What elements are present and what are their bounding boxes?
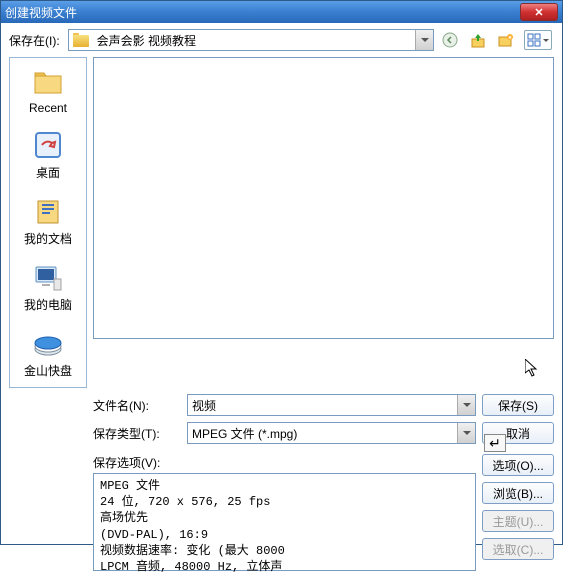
titlebar: 创建视频文件 ✕: [1, 1, 562, 23]
documents-icon: [32, 195, 64, 227]
save-options-label: 保存选项(V):: [93, 454, 476, 471]
svg-text:★: ★: [508, 35, 513, 41]
up-icon[interactable]: [468, 30, 488, 50]
place-label: Recent: [29, 101, 67, 115]
filename-input[interactable]: [188, 395, 457, 415]
filename-dropdown-arrow[interactable]: [457, 395, 475, 415]
filename-combo[interactable]: [187, 394, 476, 416]
return-icon[interactable]: [484, 434, 506, 452]
save-in-label: 保存在(I):: [9, 32, 60, 49]
filename-label: 文件名(N):: [93, 397, 181, 414]
toolbar: 保存在(I): 会声会影 视频教程 ★: [1, 23, 562, 57]
filetype-input[interactable]: [188, 423, 457, 443]
dialog-window: 创建视频文件 ✕ 保存在(I): 会声会影 视频教程 ★ Recent: [0, 0, 563, 545]
new-folder-icon[interactable]: ★: [496, 30, 516, 50]
place-desktop[interactable]: 桌面: [12, 129, 84, 181]
place-documents[interactable]: 我的文档: [12, 195, 84, 247]
format-details-box: MPEG 文件 24 位, 720 x 576, 25 fps 高场优先 (DV…: [93, 473, 476, 571]
body-area: Recent 桌面 我的文档 我的电脑 金山快盘: [1, 57, 562, 388]
place-label: 我的文档: [24, 230, 72, 247]
recent-folder-icon: [32, 66, 64, 98]
file-list[interactable]: [93, 57, 554, 339]
window-title: 创建视频文件: [5, 4, 520, 21]
filetype-dropdown-arrow[interactable]: [457, 423, 475, 443]
places-bar: Recent 桌面 我的文档 我的电脑 金山快盘: [9, 57, 87, 388]
folder-icon: [73, 33, 89, 47]
place-label: 桌面: [36, 164, 60, 181]
place-recent[interactable]: Recent: [12, 66, 84, 115]
location-dropdown-arrow[interactable]: [415, 30, 433, 50]
place-computer[interactable]: 我的电脑: [12, 261, 84, 313]
browse-button[interactable]: 浏览(B)...: [482, 482, 554, 504]
cloud-drive-icon: [32, 327, 64, 359]
place-label: 金山快盘: [24, 362, 72, 379]
computer-icon: [32, 261, 64, 293]
place-kingsoft[interactable]: 金山快盘: [12, 327, 84, 379]
back-icon[interactable]: [440, 30, 460, 50]
filetype-label: 保存类型(T):: [93, 425, 181, 442]
select-button: 选取(C)...: [482, 538, 554, 560]
view-menu-icon[interactable]: [524, 30, 552, 50]
place-label: 我的电脑: [24, 296, 72, 313]
location-text: 会声会影 视频教程: [93, 32, 415, 49]
subject-button: 主题(U)...: [482, 510, 554, 532]
close-button[interactable]: ✕: [520, 3, 558, 21]
filetype-combo[interactable]: [187, 422, 476, 444]
save-button[interactable]: 保存(S): [482, 394, 554, 416]
bottom-panel: 文件名(N): 保存(S) 保存类型(T): 取消 保存选项(V): MPEG …: [1, 388, 562, 579]
location-combo[interactable]: 会声会影 视频教程: [68, 29, 434, 51]
options-button[interactable]: 选项(O)...: [482, 454, 554, 476]
desktop-icon: [32, 129, 64, 161]
